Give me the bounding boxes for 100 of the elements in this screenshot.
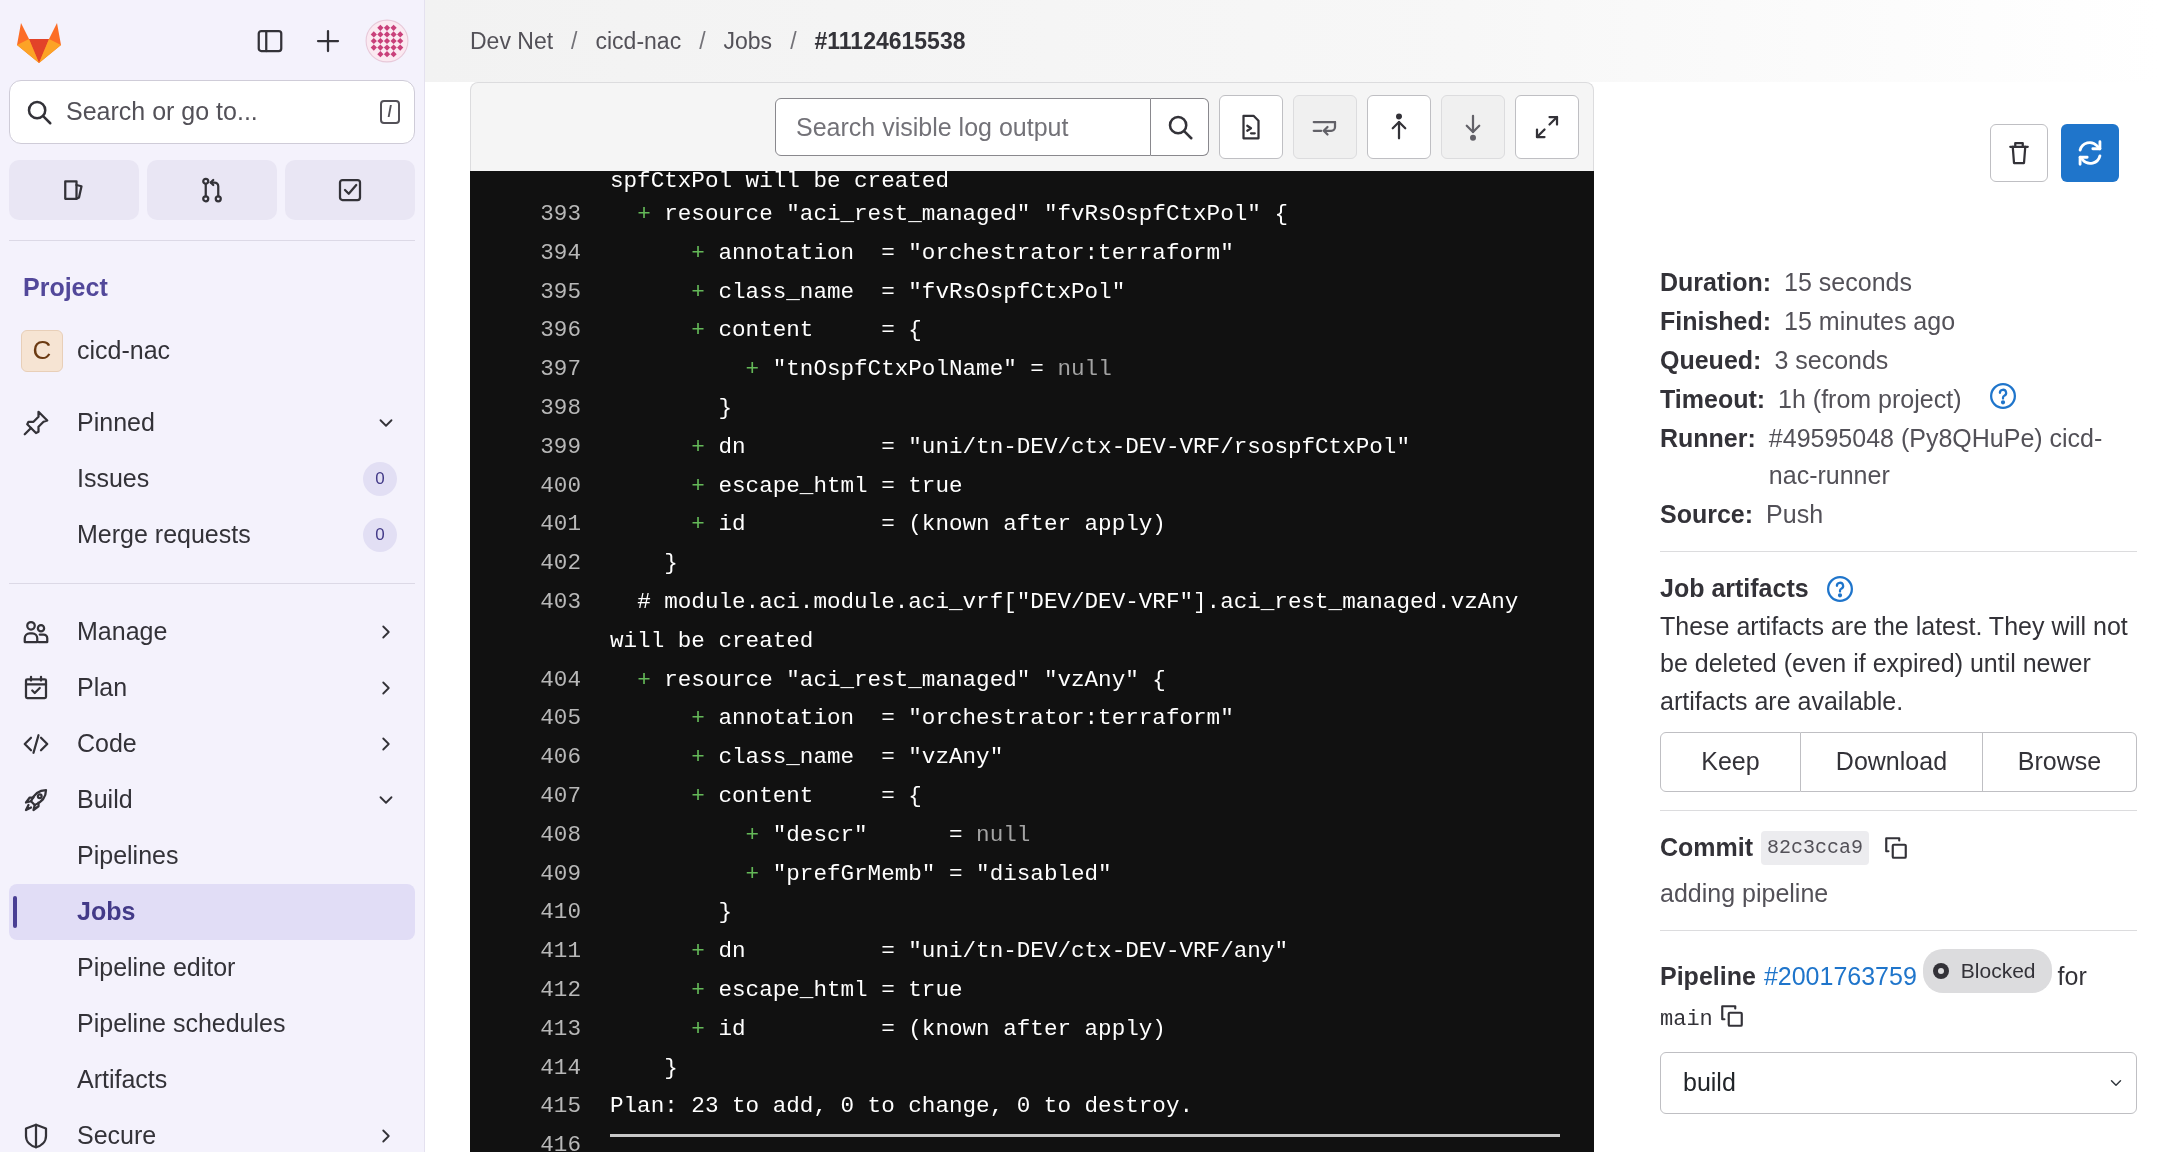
scroll-bottom-button[interactable] — [1441, 95, 1505, 159]
nav-item[interactable]: Pipeline schedules — [9, 995, 415, 1052]
breadcrumb-link[interactable]: Jobs — [723, 23, 773, 59]
for-text: for — [2057, 962, 2087, 990]
log-line: } — [663, 549, 679, 579]
log-line: + dn = "uni/tn-DEV/ctx-DEV-VRF/rsospfCtxPol" — [690, 432, 1411, 462]
todo-button[interactable] — [285, 160, 415, 220]
log-line: Plan: 23 to add, 0 to change, 0 to destroy. — [610, 1092, 1194, 1122]
log-line: + annotation = "orchestrator:terraform" — [690, 238, 1235, 268]
line-number: 412 — [539, 975, 581, 1005]
nav-group[interactable]: Manage — [9, 603, 415, 660]
nav-item[interactable]: Pipelines — [9, 827, 415, 884]
detail-value: 15 minutes ago — [1784, 306, 1956, 337]
nav-item[interactable]: Pipeline editor — [9, 939, 415, 996]
nav-item[interactable]: Jobs — [9, 883, 415, 940]
help-icon — [1988, 381, 2019, 411]
breadcrumb-link[interactable]: Dev Net — [470, 23, 554, 59]
raw-log-button[interactable] — [1219, 95, 1283, 159]
detail-value: #49595048 (Py8QHuPe) cicd-nac-runner — [1768, 423, 2104, 491]
line-number: 410 — [539, 898, 581, 928]
line-number: 398 — [539, 394, 581, 423]
detail-label: Timeout: — [1660, 384, 1766, 415]
pipeline-label: Pipeline — [1660, 962, 1756, 990]
copy-icon — [1883, 834, 1910, 861]
shortcut-key: / — [379, 100, 400, 124]
line-number: 397 — [539, 355, 581, 385]
retry-button[interactable] — [2061, 124, 2119, 182]
detail-value: 1h (from project) — [1778, 384, 1962, 415]
search-button[interactable] — [1151, 98, 1209, 156]
log-line: + "tnOspfCtxPolName" = null — [744, 355, 1113, 385]
artifact-button[interactable]: Browse — [1983, 732, 2137, 792]
line-number: 399 — [539, 432, 581, 462]
nav-group[interactable]: Pinned — [9, 394, 415, 451]
breadcrumb-separator: / — [699, 26, 706, 56]
nav-item[interactable]: Issues 0 — [9, 450, 415, 507]
scroll-top-button[interactable] — [1367, 95, 1431, 159]
branch-name: main — [1660, 1007, 1713, 1032]
nav-group[interactable]: Plan — [9, 659, 415, 716]
artifact-button[interactable]: Keep — [1660, 732, 1801, 792]
detail-label: Queued: — [1660, 345, 1762, 376]
line-number: 406 — [539, 743, 581, 773]
section-heading: Job artifacts — [1660, 573, 1809, 604]
log-line: + id = (known after apply) — [690, 510, 1167, 540]
project-avatar: C — [21, 329, 63, 372]
line-number: 414 — [539, 1053, 581, 1083]
log-line: } — [717, 394, 734, 423]
breadcrumb-separator: / — [790, 26, 797, 56]
breadcrumb-link[interactable]: #11124615538 — [814, 23, 966, 59]
log-line: + resource "aci_rest_managed" "vzAny" { — [636, 665, 1167, 695]
project-link[interactable]: C cicd-nac — [9, 322, 415, 379]
log-line: + class_name = "fvRsOspfCtxPol" — [690, 277, 1127, 307]
issues-button[interactable] — [9, 160, 139, 220]
user-avatar[interactable] — [365, 19, 409, 63]
nav-item[interactable]: Artifacts — [9, 1051, 415, 1108]
log-search-field[interactable]: Search visible log output — [775, 98, 1151, 156]
line-number: 395 — [539, 277, 581, 307]
delete-button[interactable] — [1990, 124, 2048, 182]
log-line: + "prefGrMemb" = "disabled" — [744, 859, 1113, 889]
artifacts-description: These artifacts are the latest. They will not be deleted (even if expired) until newer artifacts are available. — [1660, 610, 2129, 717]
wrap-lines-button[interactable] — [1293, 95, 1357, 159]
commit-sha[interactable]: 82c3cca9 — [1761, 830, 1870, 865]
detail-label: Duration: — [1660, 267, 1772, 298]
detail-value: 15 seconds — [1784, 267, 1912, 298]
log-line: + content = { — [690, 316, 923, 346]
help-icon — [1824, 573, 1855, 604]
line-number: 401 — [539, 510, 581, 540]
detail-value: Push — [1766, 499, 1824, 530]
log-line: + content = { — [690, 781, 923, 811]
line-number: 416 — [539, 1131, 581, 1152]
nav-item[interactable]: Merge requests 0 — [9, 506, 415, 563]
log-line: } — [717, 898, 734, 928]
section-title: Project — [22, 272, 109, 303]
line-number: 409 — [539, 859, 581, 889]
line-number: 403 — [539, 587, 581, 617]
log-line: + resource "aci_rest_managed" "fvRsOspfCtxPol" { — [636, 200, 1289, 229]
line-number: 396 — [539, 316, 581, 346]
nav-group[interactable]: Secure — [9, 1107, 415, 1152]
log-line: + "descr" = null — [744, 820, 1032, 850]
nav-group[interactable]: Build — [9, 771, 415, 828]
artifact-button[interactable]: Download — [1800, 732, 1984, 792]
log-line: + id = (known after apply) — [690, 1014, 1167, 1044]
line-number: 400 — [539, 471, 581, 501]
breadcrumb-link[interactable]: cicd-nac — [595, 23, 682, 59]
line-number: 408 — [539, 820, 581, 850]
line-number: 413 — [539, 1014, 581, 1044]
merge-requests-button[interactable] — [147, 160, 277, 220]
pipeline-link[interactable]: #2001763759 — [1763, 962, 1917, 990]
line-number: 405 — [539, 704, 581, 734]
log-line: spfCtxPol will be created — [610, 171, 950, 195]
log-line: + class_name = "vzAny" — [690, 743, 1005, 773]
stage-dropdown[interactable]: build — [1660, 1052, 2137, 1114]
log-line: + annotation = "orchestrator:terraform" — [690, 704, 1235, 734]
nav-group[interactable]: Code — [9, 715, 415, 772]
fullscreen-button[interactable] — [1515, 95, 1579, 159]
detail-label: Finished: — [1660, 306, 1772, 337]
commit-label: Commit — [1660, 832, 1754, 863]
search-input[interactable]: Search or go to... — [64, 92, 370, 132]
status-text: Blocked — [1960, 958, 2036, 984]
search-bar[interactable]: Search or go to... / — [9, 80, 415, 144]
detail-label: Source: — [1660, 499, 1754, 530]
